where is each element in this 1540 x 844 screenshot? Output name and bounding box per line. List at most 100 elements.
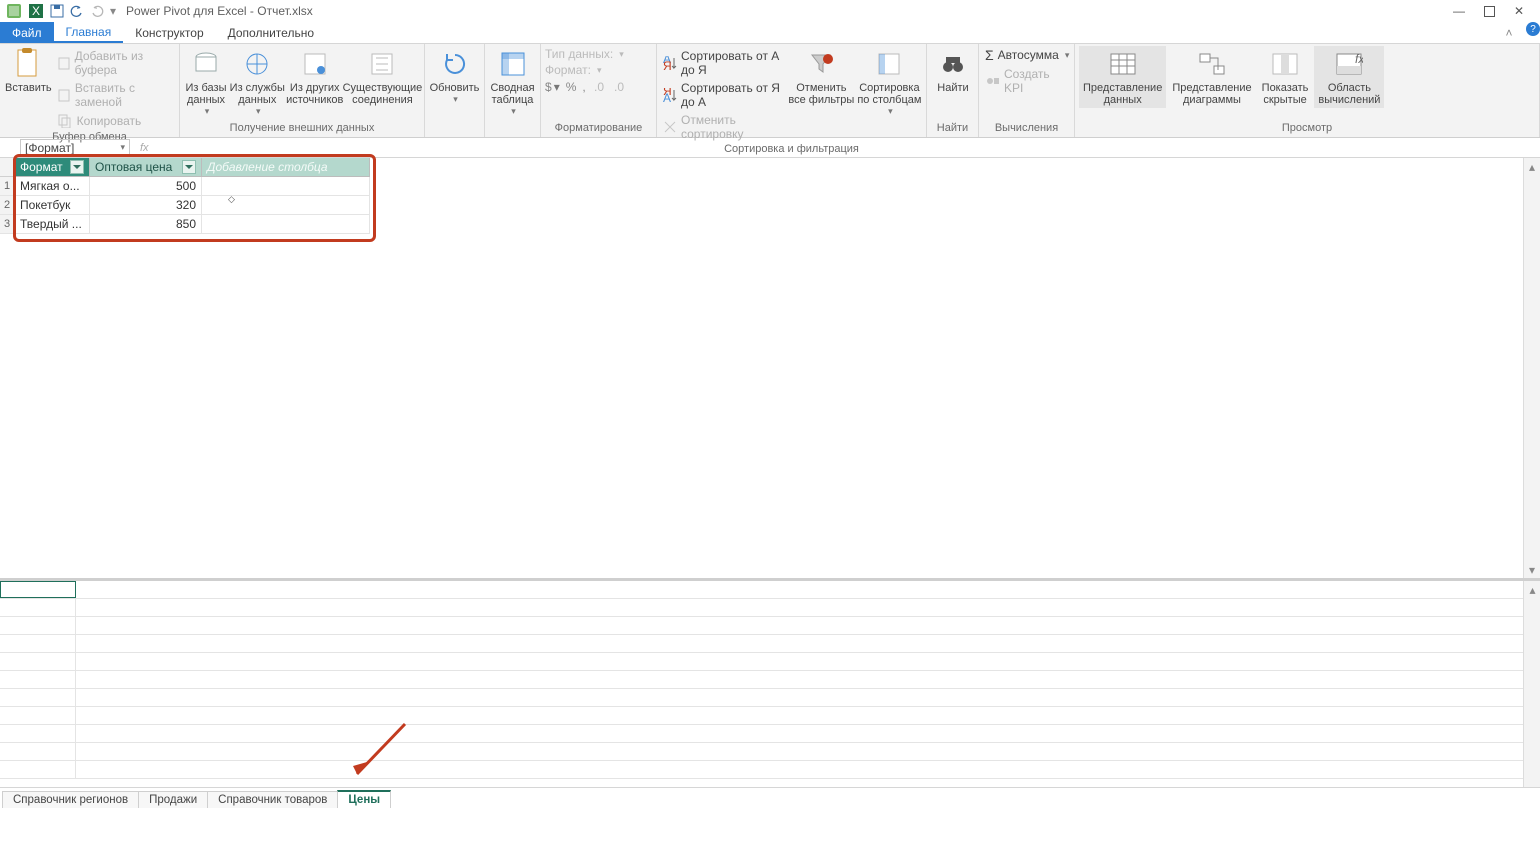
paste-button[interactable]: Вставить bbox=[4, 46, 53, 96]
percent-button[interactable]: % bbox=[566, 80, 577, 97]
measure-cell[interactable] bbox=[0, 689, 76, 706]
paste-icon bbox=[12, 48, 44, 80]
column-header-price[interactable]: Оптовая цена bbox=[90, 158, 202, 177]
window-title: Power Pivot для Excel - Отчет.xlsx bbox=[126, 4, 313, 18]
column-header-add[interactable]: Добавление столбца bbox=[202, 158, 370, 177]
format-label: Формат: bbox=[545, 63, 591, 77]
format-row[interactable]: Формат:▾ bbox=[545, 62, 652, 78]
sort-by-columns-button[interactable]: Сортировка по столбцам▾ bbox=[857, 46, 922, 119]
clear-filter-icon bbox=[805, 48, 837, 80]
pivot-table-button[interactable]: Сводная таблица▾ bbox=[489, 46, 536, 119]
find-button[interactable]: Найти bbox=[931, 46, 975, 96]
clear-filters-button[interactable]: Отменить все фильтры bbox=[788, 46, 855, 108]
refresh-button[interactable]: Обновить▾ bbox=[429, 46, 480, 107]
measure-cell[interactable] bbox=[0, 743, 76, 760]
column-header-format-label: Формат bbox=[20, 160, 63, 174]
cell-add[interactable] bbox=[202, 215, 370, 234]
sort-za-button[interactable]: ЯАСортировать от Я до А bbox=[661, 80, 786, 110]
data-type-row[interactable]: Тип данных:▾ bbox=[545, 46, 652, 62]
sort-az-button[interactable]: АЯСортировать от А до Я bbox=[661, 48, 786, 78]
collapse-ribbon-icon[interactable]: ˄ bbox=[1498, 22, 1520, 43]
data-grid[interactable]: Формат Оптовая цена Добавление столбца 1… bbox=[0, 158, 1540, 578]
redo-icon[interactable] bbox=[90, 4, 104, 18]
tab-design[interactable]: Конструктор bbox=[123, 22, 215, 43]
cell-price[interactable]: 500 bbox=[90, 177, 202, 196]
corner-cell[interactable] bbox=[0, 158, 15, 177]
filter-icon[interactable] bbox=[182, 160, 196, 174]
diagram-icon bbox=[1196, 48, 1228, 80]
row-header[interactable]: 1 bbox=[0, 177, 15, 196]
measure-cell[interactable] bbox=[0, 599, 76, 616]
svg-text:Я: Я bbox=[663, 59, 672, 70]
data-view-button[interactable]: Представление данных bbox=[1079, 46, 1166, 108]
measure-cell[interactable] bbox=[0, 617, 76, 634]
tab-advanced[interactable]: Дополнительно bbox=[216, 22, 326, 43]
close-button[interactable]: ✕ bbox=[1504, 1, 1534, 21]
qat-dropdown-icon[interactable]: ▾ bbox=[110, 4, 116, 18]
column-header-format[interactable]: Формат bbox=[15, 158, 90, 177]
sheet-tab-sales[interactable]: Продажи bbox=[138, 791, 208, 808]
diagram-view-button[interactable]: Представление диаграммы bbox=[1168, 46, 1255, 108]
show-hidden-button[interactable]: Показать скрытые bbox=[1258, 46, 1313, 108]
help-icon[interactable]: ? bbox=[1526, 22, 1540, 36]
scroll-up-icon[interactable]: ▴ bbox=[1524, 158, 1540, 175]
measure-cell[interactable] bbox=[0, 707, 76, 724]
measure-cell[interactable] bbox=[0, 653, 76, 670]
cell-price[interactable]: 850 bbox=[90, 215, 202, 234]
copy-button[interactable]: Копировать bbox=[55, 112, 175, 130]
name-box-dropdown-icon[interactable]: ▾ bbox=[120, 142, 125, 153]
tab-home[interactable]: Главная bbox=[54, 22, 124, 43]
currency-button[interactable]: $▾ bbox=[545, 80, 560, 97]
increase-decimal-icon[interactable]: .0 bbox=[592, 80, 606, 97]
svg-text:.0: .0 bbox=[594, 80, 604, 94]
decrease-decimal-icon[interactable]: .0 bbox=[612, 80, 626, 97]
cell-price[interactable]: 320 bbox=[90, 196, 202, 215]
database-icon bbox=[190, 48, 222, 80]
measure-cell[interactable] bbox=[0, 671, 76, 688]
group-formatting: Тип данных:▾ Формат:▾ $▾ % , .0 .0 Форма… bbox=[541, 44, 657, 137]
save-icon[interactable] bbox=[50, 4, 64, 18]
cell-format[interactable]: Покетбук bbox=[15, 196, 90, 215]
vertical-scrollbar[interactable]: ▴ ▾ bbox=[1523, 158, 1540, 578]
measure-cell[interactable] bbox=[0, 635, 76, 652]
minimize-button[interactable]: — bbox=[1444, 1, 1474, 21]
fx-label[interactable]: fx bbox=[140, 142, 149, 154]
maximize-button[interactable] bbox=[1474, 1, 1504, 21]
column-header-add-label: Добавление столбца bbox=[207, 160, 328, 174]
calc-area-button[interactable]: fxОбласть вычислений bbox=[1314, 46, 1384, 108]
group-pivot: Сводная таблица▾ bbox=[485, 44, 541, 137]
paste-replace-label: Вставить с заменой bbox=[75, 81, 173, 109]
comma-button[interactable]: , bbox=[582, 80, 585, 97]
tab-file[interactable]: Файл bbox=[0, 22, 54, 43]
existing-connections-label: Существующие соединения bbox=[343, 82, 423, 106]
autosum-button[interactable]: ΣАвтосумма▾ bbox=[983, 46, 1070, 64]
measure-cell-selected[interactable] bbox=[0, 581, 76, 598]
copy-label: Копировать bbox=[77, 114, 142, 128]
measure-cell[interactable] bbox=[0, 761, 76, 778]
undo-icon[interactable] bbox=[70, 4, 84, 18]
clear-sort-button[interactable]: Отменить сортировку bbox=[661, 112, 786, 142]
sheet-tab-regions[interactable]: Справочник регионов bbox=[2, 791, 139, 808]
name-box[interactable]: [Формат]▾ bbox=[20, 139, 130, 157]
measure-cell[interactable] bbox=[0, 725, 76, 742]
from-database-button[interactable]: Из базы данных▾ bbox=[184, 46, 228, 119]
group-refresh-caption bbox=[429, 133, 480, 135]
existing-connections-button[interactable]: Существующие соединения bbox=[345, 46, 420, 108]
paste-append-button[interactable]: Добавить из буфера bbox=[55, 48, 175, 78]
cell-format[interactable]: Мягкая о... bbox=[15, 177, 90, 196]
paste-replace-button[interactable]: Вставить с заменой bbox=[55, 80, 175, 110]
create-kpi-button[interactable]: Создать KPI bbox=[983, 66, 1070, 96]
scroll-down-icon[interactable]: ▾ bbox=[1524, 561, 1540, 578]
row-header[interactable]: 3 bbox=[0, 215, 15, 234]
calculation-area[interactable]: ▴ bbox=[0, 578, 1540, 787]
sheet-tab-prices[interactable]: Цены bbox=[337, 790, 391, 808]
calc-area-scrollbar[interactable]: ▴ bbox=[1523, 581, 1540, 787]
cell-format[interactable]: Твердый ... bbox=[15, 215, 90, 234]
filter-icon[interactable] bbox=[70, 160, 84, 174]
scroll-up-icon[interactable]: ▴ bbox=[1524, 581, 1540, 598]
powerpivot-icon bbox=[6, 3, 22, 19]
row-header[interactable]: 2 bbox=[0, 196, 15, 215]
from-service-button[interactable]: Из службы данных▾ bbox=[230, 46, 285, 119]
sheet-tab-products[interactable]: Справочник товаров bbox=[207, 791, 338, 808]
from-other-button[interactable]: Из других источников bbox=[287, 46, 343, 108]
